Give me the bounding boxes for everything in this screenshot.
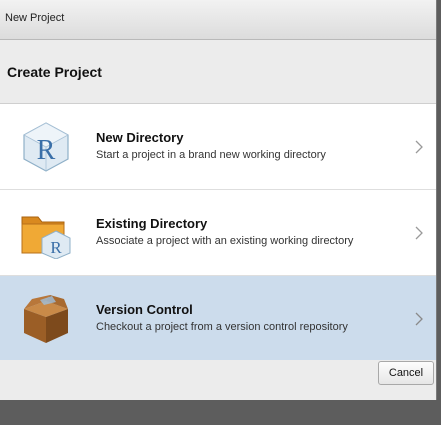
chevron-right-icon <box>415 312 423 326</box>
option-new-directory[interactable]: R New Directory Start a project in a bra… <box>0 104 436 190</box>
option-subtitle: Start a project in a brand new working d… <box>96 149 326 161</box>
dialog-footer: Cancel <box>0 360 436 400</box>
page-title: Create Project <box>7 64 102 80</box>
new-project-dialog: New Project Create Project R New Directo… <box>0 0 437 400</box>
option-title: Existing Directory <box>96 216 208 231</box>
svg-text:R: R <box>37 135 56 166</box>
r-cube-icon: R <box>23 122 69 172</box>
option-version-control[interactable]: Version Control Checkout a project from … <box>0 276 436 362</box>
window-title: New Project <box>5 12 65 24</box>
folder-r-icon: R <box>21 216 71 259</box>
option-existing-directory[interactable]: R Existing Directory Associate a project… <box>0 190 436 276</box>
option-subtitle: Associate a project with an existing wor… <box>96 235 354 247</box>
box-icon <box>24 295 68 343</box>
svg-text:R: R <box>50 238 62 257</box>
option-title: New Directory <box>96 130 184 145</box>
chevron-right-icon <box>415 140 423 154</box>
title-bar: New Project <box>0 0 436 40</box>
option-title: Version Control <box>96 302 193 317</box>
dialog-header: Create Project <box>0 40 436 104</box>
cancel-button[interactable]: Cancel <box>378 361 434 385</box>
chevron-right-icon <box>415 226 423 240</box>
option-subtitle: Checkout a project from a version contro… <box>96 321 348 333</box>
